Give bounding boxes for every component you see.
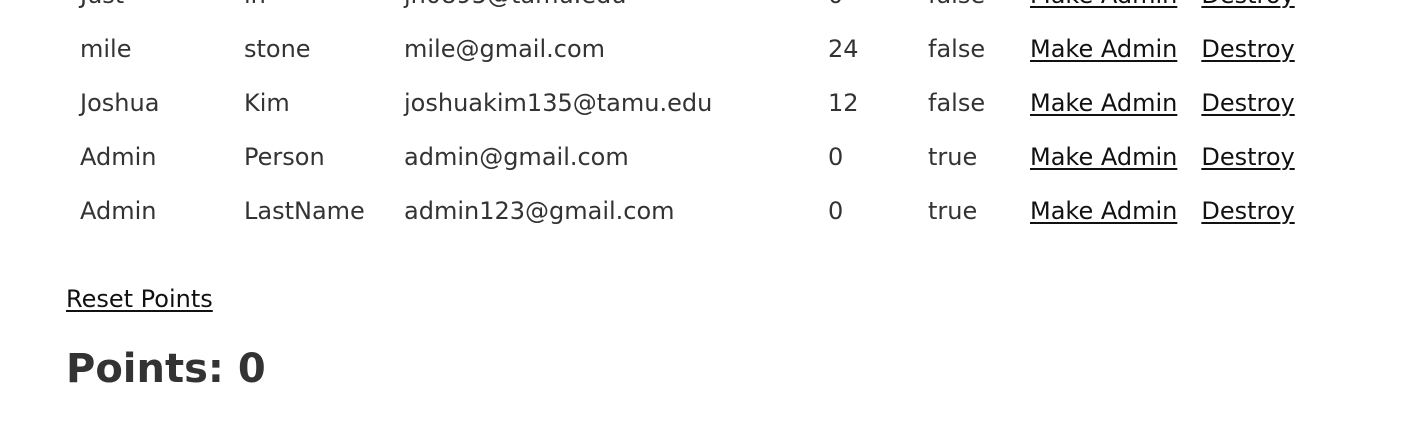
first-name-cell: Admin xyxy=(80,197,157,225)
make-admin-link[interactable]: Make Admin xyxy=(1030,89,1177,117)
destroy-cell: Destroy xyxy=(1189,0,1308,22)
destroy-link[interactable]: Destroy xyxy=(1201,89,1294,117)
admin-flag-cell: true xyxy=(928,143,978,171)
admin-flag-cell: false xyxy=(928,35,986,63)
first-name-cell: Joshua xyxy=(80,89,160,117)
destroy-cell: Destroy xyxy=(1189,130,1308,184)
last-name-cell: stone xyxy=(244,35,311,63)
email-cell: admin123@gmail.com xyxy=(404,197,675,225)
email-cell: mile@gmail.com xyxy=(404,35,606,63)
table-row: Admin Person admin@gmail.com 0 true Make… xyxy=(66,130,1309,184)
make-admin-link[interactable]: Make Admin xyxy=(1030,143,1177,171)
make-admin-cell: Make Admin xyxy=(1016,184,1189,238)
last-name-cell: LastName xyxy=(244,197,365,225)
table-row: Joshua Kim joshuakim135@tamu.edu 12 fals… xyxy=(66,76,1309,130)
make-admin-cell: Make Admin xyxy=(1016,0,1189,22)
points-cell: 0 xyxy=(828,143,844,171)
points-cell: 0 xyxy=(814,0,914,22)
last-name-cell: Person xyxy=(244,143,325,171)
first-name-cell: Just xyxy=(66,0,230,22)
admin-flag-cell: false xyxy=(914,0,1016,22)
users-table-body: Just in jh0895@tamu.edu 0 false Make Adm… xyxy=(66,0,1309,238)
admin-flag-cell: false xyxy=(928,89,986,117)
make-admin-cell: Make Admin xyxy=(1016,130,1189,184)
email-cell: jh0895@tamu.edu xyxy=(390,0,814,22)
destroy-cell: Destroy xyxy=(1189,76,1308,130)
destroy-link[interactable]: Destroy xyxy=(1201,35,1294,63)
make-admin-link[interactable]: Make Admin xyxy=(1030,197,1177,225)
points-cell: 0 xyxy=(828,197,844,225)
destroy-link[interactable]: Destroy xyxy=(1201,0,1294,9)
make-admin-cell: Make Admin xyxy=(1016,76,1189,130)
destroy-link[interactable]: Destroy xyxy=(1201,143,1294,171)
points-heading: Points: 0 xyxy=(66,346,266,392)
last-name-cell: in xyxy=(230,0,390,22)
table-row: Just in jh0895@tamu.edu 0 false Make Adm… xyxy=(66,0,1309,22)
destroy-link[interactable]: Destroy xyxy=(1201,197,1294,225)
table-row: Admin LastName admin123@gmail.com 0 true… xyxy=(66,184,1309,238)
email-cell: joshuakim135@tamu.edu xyxy=(404,89,713,117)
first-name-cell: Admin xyxy=(80,143,157,171)
points-cell: 24 xyxy=(828,35,859,63)
admin-flag-cell: true xyxy=(928,197,978,225)
last-name-cell: Kim xyxy=(244,89,290,117)
reset-points-link[interactable]: Reset Points xyxy=(66,285,213,313)
users-table: Just in jh0895@tamu.edu 0 false Make Adm… xyxy=(66,0,1309,238)
table-row: mile stone mile@gmail.com 24 false Make … xyxy=(66,22,1309,76)
email-cell: admin@gmail.com xyxy=(404,143,629,171)
first-name-cell: mile xyxy=(80,35,132,63)
destroy-cell: Destroy xyxy=(1189,184,1308,238)
make-admin-link[interactable]: Make Admin xyxy=(1030,35,1177,63)
destroy-cell: Destroy xyxy=(1189,22,1308,76)
points-cell: 12 xyxy=(828,89,859,117)
make-admin-cell: Make Admin xyxy=(1016,22,1189,76)
make-admin-link[interactable]: Make Admin xyxy=(1030,0,1177,9)
